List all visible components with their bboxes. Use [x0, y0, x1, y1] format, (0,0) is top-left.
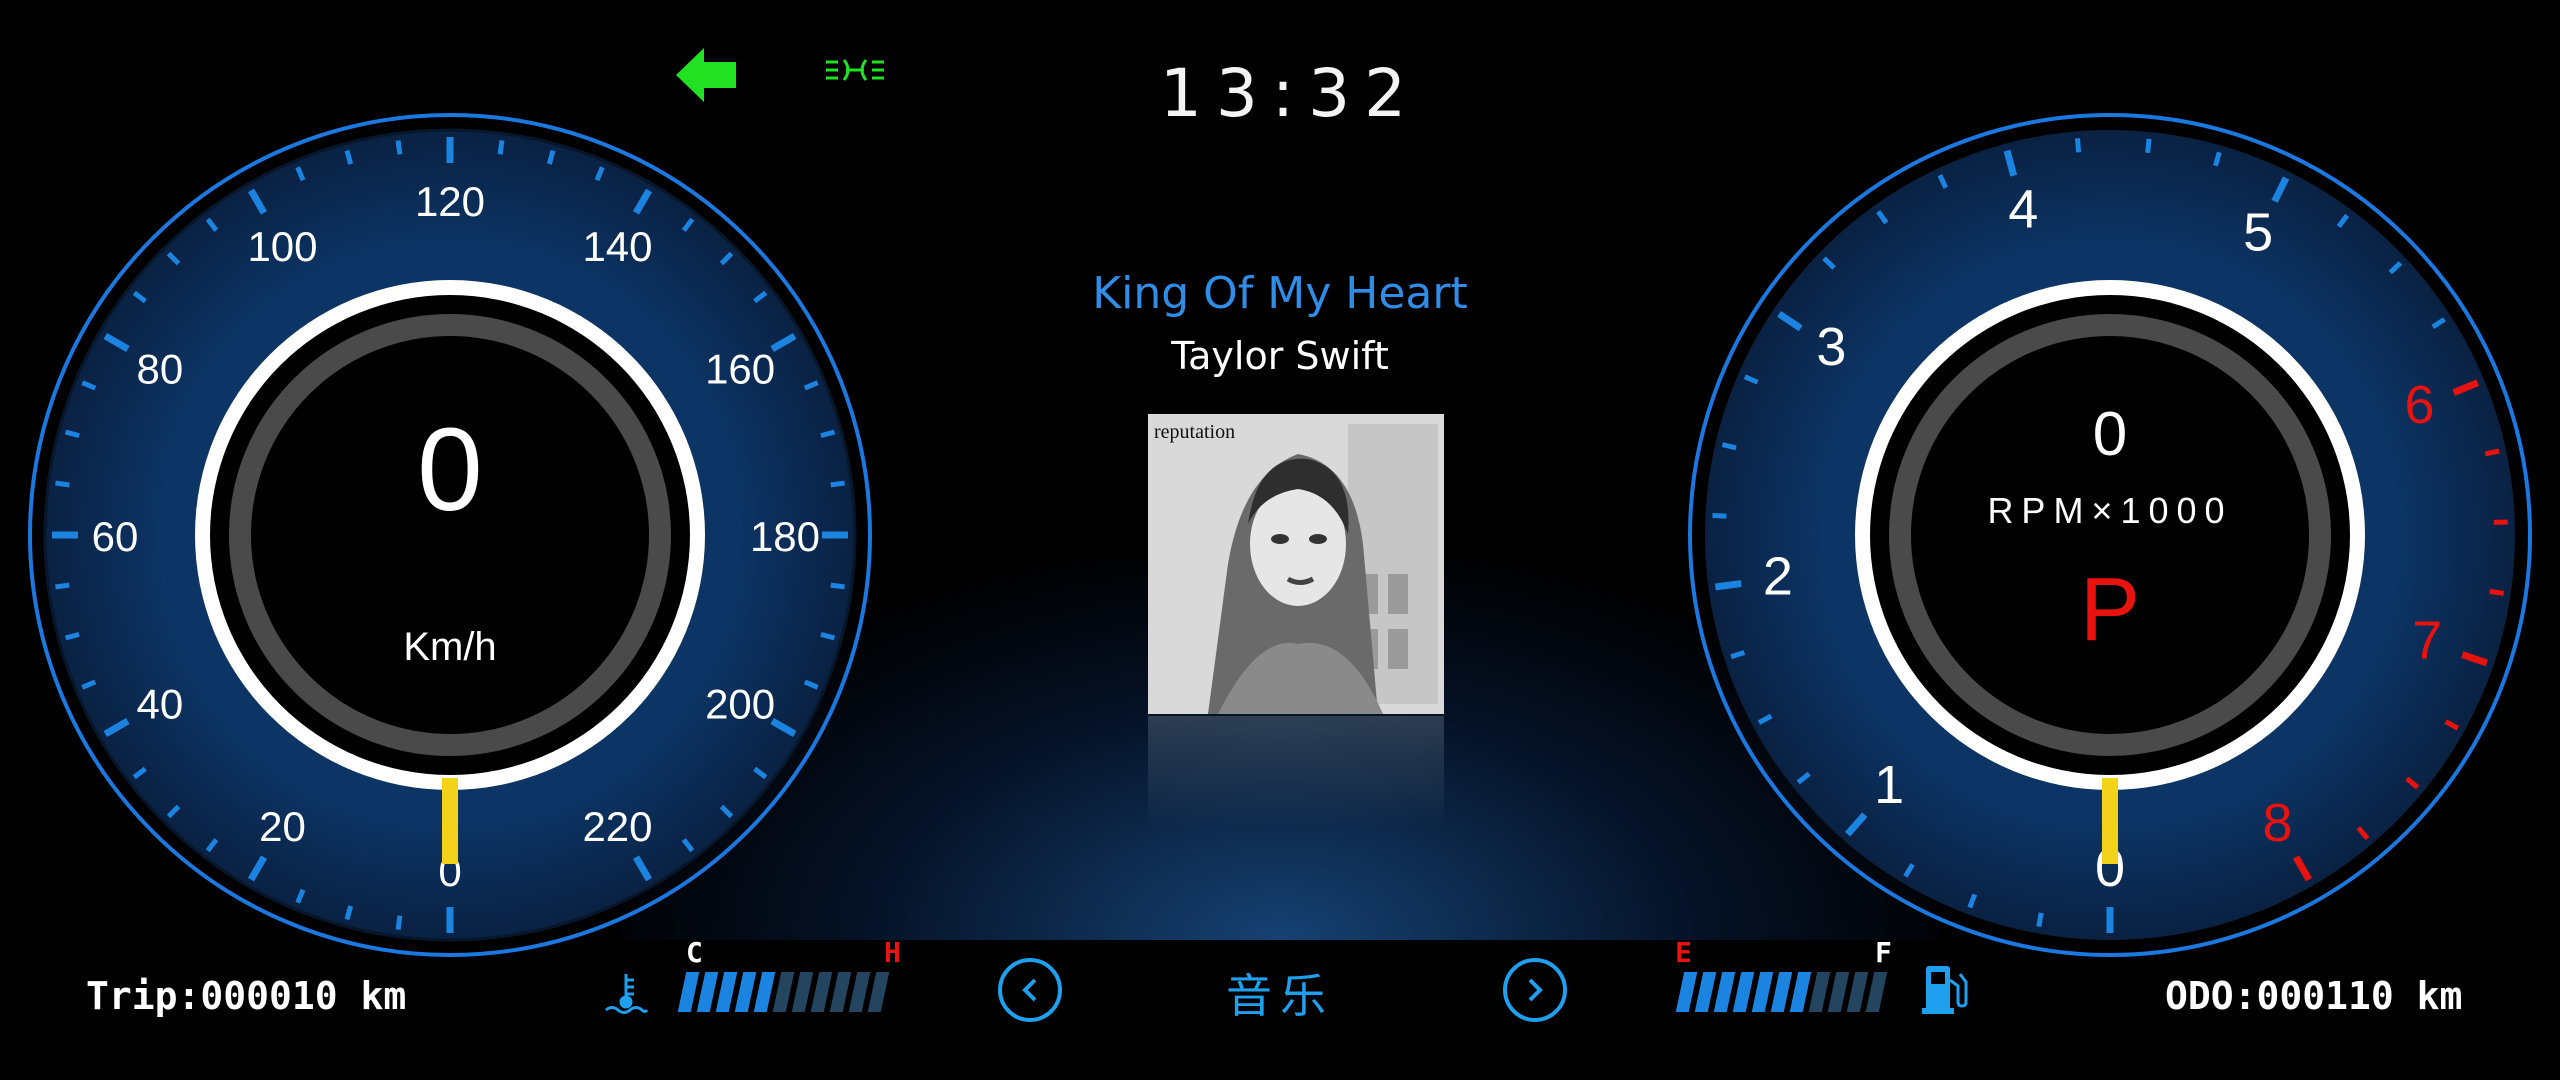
- media-source-label[interactable]: 音乐: [1180, 960, 1380, 1026]
- gear-indicator: P: [2080, 560, 2140, 660]
- track-title: King Of My Heart: [1092, 268, 1468, 319]
- speed-unit: Km/h: [403, 625, 496, 669]
- gauge-tick-label: 8: [2262, 793, 2292, 853]
- gauge-tick-label: 6: [2404, 375, 2434, 435]
- gauge-tick-label: 180: [750, 513, 820, 560]
- gauge-tick-label: 5: [2243, 203, 2273, 263]
- gauge-tick-label: 60: [92, 513, 139, 560]
- gauge-tick-label: 20: [259, 803, 306, 850]
- clock: 13:32: [1159, 55, 1421, 132]
- gauge-tick-label: 220: [582, 803, 652, 850]
- gauge-tick: [2145, 138, 2152, 154]
- gauge-tick: [1712, 512, 1727, 519]
- track-artist: Taylor Swift: [1171, 334, 1389, 378]
- fuel-empty-label: E: [1675, 936, 1692, 969]
- gauge-tick: [2484, 448, 2500, 457]
- gauge-tick-label: 40: [137, 681, 184, 728]
- gauge-tick: [2036, 912, 2044, 928]
- fuel-pump-icon: [1922, 960, 1968, 1021]
- gauge-tick-label: 3: [1816, 317, 1846, 377]
- coolant-hot-label: H: [884, 936, 901, 969]
- gauge-tick-label: 2: [1763, 547, 1793, 607]
- speedometer: 0 20 40 60 80 100 120 140 160 180 200 220 0 Km/h: [25, 110, 875, 960]
- level-segment: [1675, 972, 1698, 1012]
- gauge-tick: [344, 149, 354, 165]
- gauge-tick: [830, 582, 845, 590]
- gauge-tick: [1721, 442, 1737, 451]
- gauge-tick-label: 160: [705, 346, 775, 393]
- trip-meter: Trip:000010 km: [86, 974, 407, 1018]
- level-segment: [1751, 972, 1774, 1012]
- indicator-cluster: [676, 40, 976, 115]
- gauge-tick: [2489, 588, 2505, 596]
- gauge-tick-label: 120: [415, 178, 485, 225]
- level-segment: [696, 972, 719, 1012]
- gauge-tick: [344, 905, 354, 921]
- level-segment: [715, 972, 738, 1012]
- level-segment: [791, 972, 814, 1012]
- level-segment: [1770, 972, 1793, 1012]
- level-segment: [829, 972, 852, 1012]
- coolant-temp-icon: [604, 970, 649, 1021]
- album-cover-text: reputation: [1154, 421, 1235, 443]
- level-segment: [1713, 972, 1736, 1012]
- album-cover[interactable]: reputation: [1148, 414, 1444, 714]
- level-segment: [1732, 972, 1755, 1012]
- gauge-tick: [830, 480, 845, 488]
- gauge-tick: [820, 429, 836, 439]
- gauge-tick: [64, 631, 80, 641]
- tachometer: 012345678 0 RPM×1000 P: [1685, 110, 2535, 960]
- chevron-left-icon: [1022, 978, 1037, 1002]
- rpm-value: 0: [2093, 400, 2127, 469]
- album-reflection: [1148, 716, 1444, 826]
- gauge-tick-label: 1: [1874, 755, 1904, 815]
- level-segment: [772, 972, 795, 1012]
- odometer: ODO:000110 km: [2165, 974, 2463, 1018]
- parking-light-icon: [826, 59, 884, 81]
- level-segment: [734, 972, 757, 1012]
- coolant-cold-label: C: [686, 936, 703, 969]
- gauge-tick: [2074, 138, 2082, 153]
- speed-needle: [442, 778, 458, 864]
- rpm-unit: RPM×1000: [1987, 490, 2232, 531]
- level-segment: [867, 972, 890, 1012]
- left-arrow-icon: [676, 48, 736, 102]
- gauge-tick-label: 4: [2008, 179, 2038, 239]
- fuel-full-label: F: [1875, 936, 1892, 969]
- level-segment: [677, 972, 700, 1012]
- coolant-gauge-bars: [677, 972, 890, 1012]
- gauge-tick-label: 7: [2412, 611, 2442, 671]
- gauge-tick: [55, 480, 70, 488]
- gauge-tick-label: 140: [582, 223, 652, 270]
- gauge-tick-label: 80: [137, 346, 184, 393]
- level-segment: [1789, 972, 1812, 1012]
- fuel-gauge-bars: [1675, 972, 1888, 1012]
- gauge-tick: [395, 915, 403, 930]
- level-segment: [753, 972, 776, 1012]
- gauge-tick: [1714, 580, 1742, 591]
- gauge-tick: [820, 631, 836, 641]
- prev-track-button[interactable]: [998, 958, 1062, 1022]
- level-segment: [1865, 972, 1888, 1012]
- gauge-tick-label: 100: [247, 223, 317, 270]
- level-segment: [1827, 972, 1850, 1012]
- speed-value: 0: [417, 404, 483, 536]
- gauge-tick: [497, 140, 505, 155]
- gauge-tick: [55, 582, 70, 590]
- next-track-button[interactable]: [1503, 958, 1567, 1022]
- rpm-needle: [2102, 778, 2118, 864]
- chevron-right-icon: [1528, 978, 1543, 1002]
- gauge-tick: [64, 429, 80, 439]
- level-segment: [1846, 972, 1869, 1012]
- level-segment: [848, 972, 871, 1012]
- gauge-tick: [546, 149, 556, 165]
- level-segment: [1808, 972, 1831, 1012]
- level-segment: [1694, 972, 1717, 1012]
- gauge-tick-label: 200: [705, 681, 775, 728]
- level-segment: [810, 972, 833, 1012]
- gauge-tick: [395, 140, 403, 155]
